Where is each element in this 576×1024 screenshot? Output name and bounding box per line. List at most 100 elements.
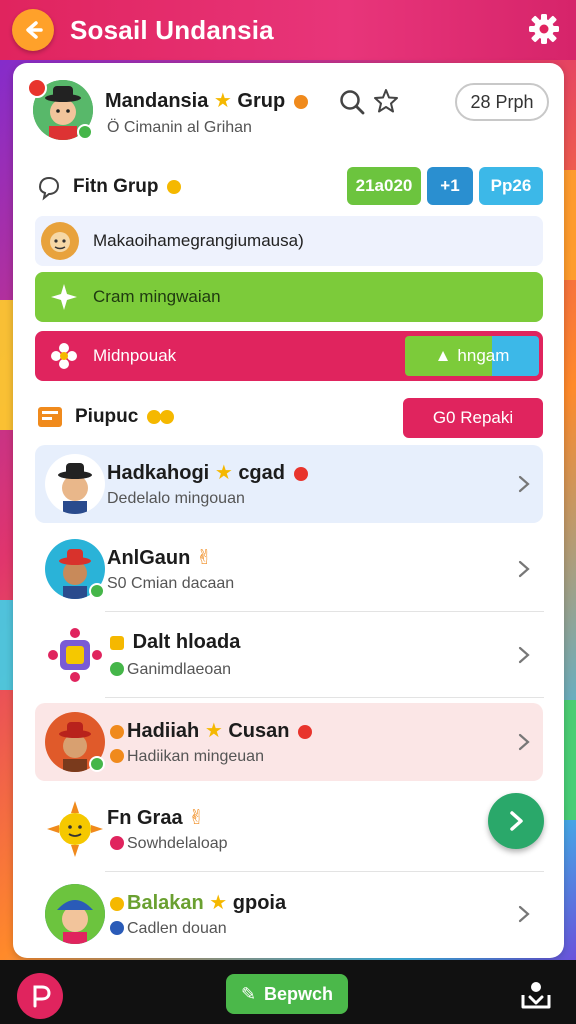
list-item[interactable]: Dalt hloada Ganimdlaeoan xyxy=(35,616,543,694)
group-avatar-wrap[interactable] xyxy=(27,78,93,140)
star-icon: ★ xyxy=(213,90,232,112)
blue-dot-icon xyxy=(110,921,124,935)
list-divider xyxy=(105,871,544,872)
back-button[interactable] xyxy=(12,9,54,51)
search-main-button-label: Bepwch xyxy=(264,983,334,1004)
item-subtitle: Cadlen douan xyxy=(107,920,227,938)
chevron-right-icon xyxy=(518,560,530,578)
coin-icon xyxy=(166,180,181,194)
item-title: Hadiiah ★ Cusan xyxy=(107,718,315,743)
item-subtitle: Sowhdelaloap xyxy=(107,835,228,853)
bg-shape-right-2 xyxy=(564,700,576,820)
red-dot-icon xyxy=(110,836,124,850)
list-item[interactable]: Fn Graa ✌ Sowhdelaloap xyxy=(35,790,543,868)
item-avatar xyxy=(45,799,105,859)
item-title: Hadkahogi ★ cgad xyxy=(107,460,311,485)
green-banner-text: Cram mingwaian xyxy=(93,287,221,306)
item-subtitle: Dedelalo mingouan xyxy=(107,490,245,507)
fitur-chip-2[interactable]: +1 xyxy=(427,167,473,205)
p-logo-icon xyxy=(33,985,51,1008)
coin-icon-2 xyxy=(159,410,174,424)
green-banner[interactable]: Cram mingwaian xyxy=(35,272,543,322)
orange-badge-icon xyxy=(110,725,124,739)
online-status-dot xyxy=(77,124,93,140)
members-button[interactable]: 28 Prph xyxy=(455,83,549,121)
chat-bubble-icon xyxy=(35,174,63,202)
chevron-right-icon xyxy=(518,475,530,493)
coin-icon xyxy=(110,636,124,650)
pin-note-icon xyxy=(35,402,65,432)
list-item[interactable]: Balakan ★ gpoia Cadlen douan xyxy=(35,875,543,953)
star-outline-icon xyxy=(374,89,398,113)
gear-icon xyxy=(529,14,559,44)
fitur-chip-3[interactable]: Pp26 xyxy=(479,167,543,205)
online-status-dot xyxy=(89,583,105,599)
pink-banner-button[interactable]: ▲ hngam xyxy=(405,336,539,376)
info-banner[interactable]: Makaoihamegrangiumausa) xyxy=(35,216,543,266)
hand-icon: ▲ xyxy=(434,346,452,365)
coin-icon xyxy=(146,410,161,424)
chevron-right-icon xyxy=(518,905,530,923)
pinned-button[interactable]: G0 Repaki xyxy=(403,398,543,438)
sparkle-icon xyxy=(51,284,77,310)
list-divider xyxy=(105,697,544,698)
info-banner-text: Makaoihamegrangiumausa) xyxy=(93,231,304,250)
red-badge-icon xyxy=(298,725,312,739)
group-card: Mandansia ★ Grup Ö Cimanin al Grihan 28 … xyxy=(13,63,564,958)
chevron-right-icon xyxy=(518,646,530,664)
fitur-chip-1[interactable]: 21a020 xyxy=(347,167,421,205)
pencil-icon: ✎ xyxy=(240,983,257,1004)
online-status-dot xyxy=(89,756,105,772)
item-avatar xyxy=(45,454,105,514)
settings-button[interactable] xyxy=(526,11,562,47)
item-subtitle: Hadiikan mingeuan xyxy=(107,748,264,766)
list-divider xyxy=(105,611,544,612)
bg-shape-left-2 xyxy=(0,600,14,690)
smile-badge-icon xyxy=(110,897,124,911)
group-name: Mandansia ★ Grup xyxy=(105,88,311,113)
search-icon xyxy=(340,90,365,115)
search-main-button[interactable]: ✎ Bepwch xyxy=(226,974,348,1014)
inbox-button[interactable] xyxy=(516,974,556,1014)
notification-dot xyxy=(27,78,47,98)
inbox-icon xyxy=(521,982,551,1009)
profile-button[interactable] xyxy=(17,973,63,1019)
orange-dot-icon xyxy=(110,749,124,763)
monkey-icon xyxy=(41,222,79,260)
bottom-bar: ✎ Bepwch xyxy=(0,960,576,1024)
item-avatar xyxy=(45,625,105,685)
item-title: Dalt hloada xyxy=(107,631,240,654)
list-item[interactable]: Hadkahogi ★ cgad Dedelalo mingouan xyxy=(35,445,543,523)
item-title: Fn Graa ✌ xyxy=(107,807,205,829)
chevron-right-icon xyxy=(510,811,523,831)
group-subtitle: Ö Cimanin al Grihan xyxy=(107,119,252,136)
next-fab-button[interactable] xyxy=(488,793,544,849)
item-subtitle: S0 Cmian dacaan xyxy=(107,575,235,592)
search-button[interactable] xyxy=(336,86,368,118)
list-item[interactable]: Hadiiah ★ Cusan Hadiikan mingeuan xyxy=(35,703,543,781)
red-badge-icon xyxy=(293,467,308,481)
flower-icon xyxy=(51,343,77,369)
app-title: Sosail Undansia xyxy=(70,15,274,45)
pink-banner-text: Midnpouak xyxy=(93,346,177,365)
badge-icon xyxy=(293,95,308,109)
list-item[interactable]: AnlGaun ✌ S0 Cmian dacaan xyxy=(35,530,543,608)
star-icon: ★ xyxy=(209,892,228,914)
fitur-label: Fitn Grup xyxy=(73,176,184,198)
bg-shape-left xyxy=(0,300,14,430)
bg-shape-right xyxy=(564,170,576,280)
pink-banner-button-label: hngam xyxy=(457,346,510,365)
pinned-label: Piupuc xyxy=(75,406,177,428)
item-title: AnlGaun ✌ xyxy=(107,547,213,569)
item-subtitle: Ganimdlaeoan xyxy=(107,661,231,679)
pink-banner[interactable]: Midnpouak ▲ hngam xyxy=(35,331,543,381)
star-icon: ★ xyxy=(204,720,223,742)
top-app-bar: Sosail Undansia xyxy=(0,0,576,60)
hand-icon: ✌ xyxy=(195,547,213,569)
chevron-right-icon xyxy=(518,733,530,751)
item-title: Balakan ★ gpoia xyxy=(107,890,286,915)
green-dot-icon xyxy=(110,662,124,676)
item-avatar xyxy=(45,884,105,944)
back-arrow-icon xyxy=(26,21,43,39)
favorite-button[interactable] xyxy=(370,85,402,117)
